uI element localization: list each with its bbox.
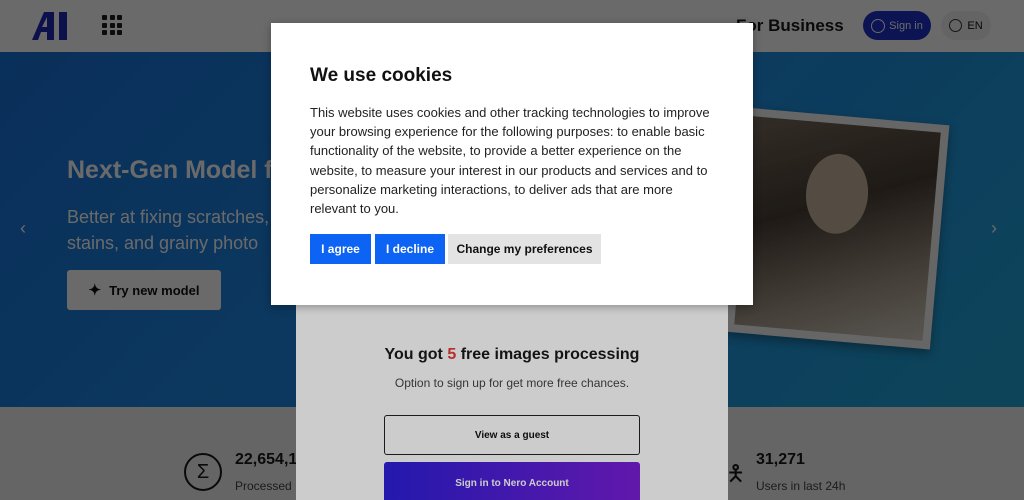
cookie-consent-dialog: We use cookies This website uses cookies… — [271, 23, 753, 305]
agree-button[interactable]: I agree — [310, 234, 371, 264]
cookie-title: We use cookies — [310, 65, 453, 86]
change-preferences-button[interactable]: Change my preferences — [448, 234, 601, 264]
decline-button[interactable]: I decline — [375, 234, 445, 264]
cookie-description: This website uses cookies and other trac… — [310, 105, 710, 217]
